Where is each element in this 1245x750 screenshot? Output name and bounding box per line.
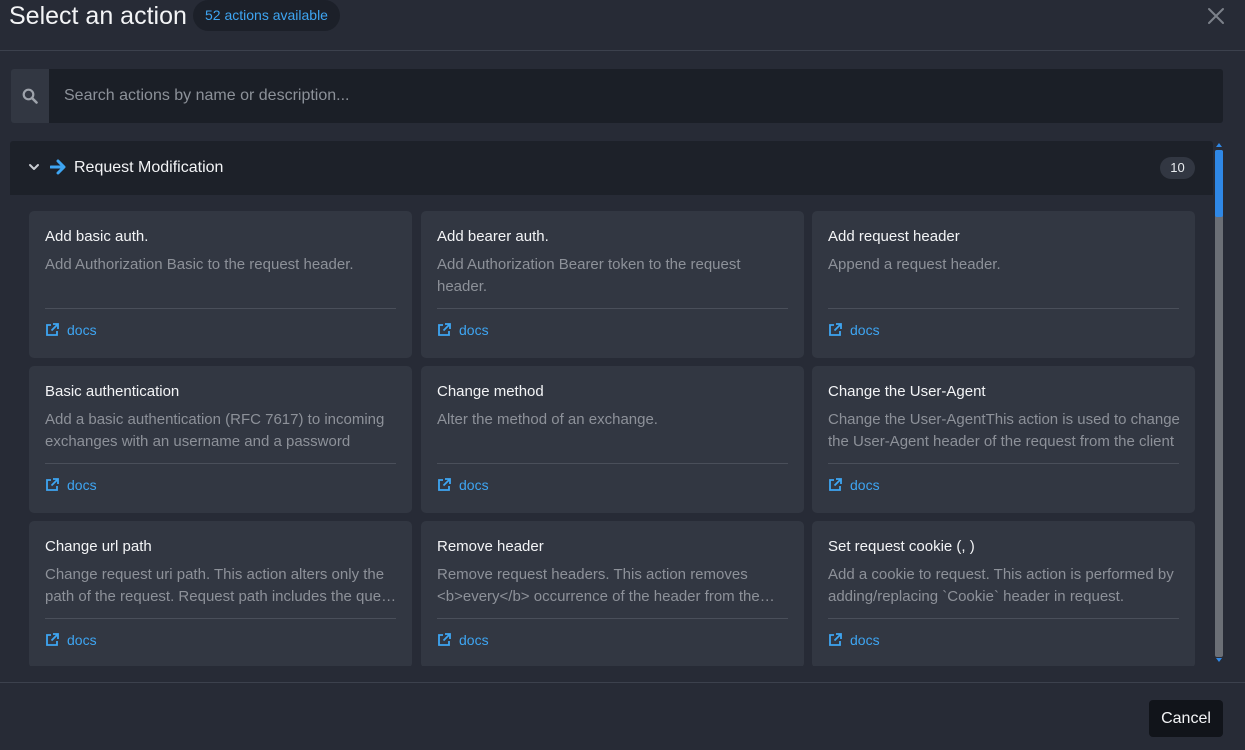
select-action-modal: Select an action 52 actions available Re… bbox=[0, 0, 1245, 750]
actions-list: Request Modification 10 Add basic auth. … bbox=[10, 141, 1213, 666]
docs-link-label: docs bbox=[850, 477, 880, 493]
docs-link[interactable]: docs bbox=[828, 632, 880, 648]
external-link-icon bbox=[829, 633, 842, 646]
card-title: Add basic auth. bbox=[45, 228, 149, 245]
group-header-request-modification[interactable]: Request Modification 10 bbox=[10, 141, 1213, 195]
card-description: Append a request header. bbox=[828, 256, 1001, 273]
action-card[interactable]: Add bearer auth. Add Authorization Beare… bbox=[421, 211, 804, 358]
close-icon bbox=[1208, 8, 1224, 24]
action-card[interactable]: Add request header Append a request head… bbox=[812, 211, 1195, 358]
arrow-right-icon bbox=[50, 159, 66, 175]
modal-header: Select an action 52 actions available bbox=[0, 0, 1245, 51]
chevron-down-icon bbox=[29, 164, 39, 170]
card-divider bbox=[45, 308, 396, 309]
docs-link[interactable]: docs bbox=[45, 632, 97, 648]
modal-footer: Cancel bbox=[0, 682, 1245, 750]
docs-link-label: docs bbox=[850, 632, 880, 648]
search-icon bbox=[22, 88, 38, 104]
scroll-down-arrow-icon[interactable] bbox=[1215, 656, 1223, 664]
card-description: Remove request headers. This action remo… bbox=[437, 566, 760, 605]
card-divider bbox=[45, 618, 396, 619]
card-description: Alter the method of an exchange. bbox=[437, 411, 658, 428]
scrollbar-rail[interactable] bbox=[1215, 150, 1223, 657]
docs-link-label: docs bbox=[459, 632, 489, 648]
docs-link[interactable]: docs bbox=[45, 477, 97, 493]
docs-link[interactable]: docs bbox=[437, 477, 489, 493]
card-title: Add request header bbox=[828, 228, 960, 245]
card-title: Change method bbox=[437, 383, 544, 400]
external-link-icon bbox=[829, 323, 842, 336]
external-link-icon bbox=[829, 478, 842, 491]
docs-link[interactable]: docs bbox=[828, 477, 880, 493]
card-divider bbox=[437, 463, 788, 464]
docs-link-label: docs bbox=[459, 477, 489, 493]
external-link-icon bbox=[438, 323, 451, 336]
card-divider bbox=[828, 463, 1179, 464]
card-title: Set request cookie (, ) bbox=[828, 538, 975, 555]
actions-count-badge: 52 actions available bbox=[193, 0, 340, 31]
action-card[interactable]: Change method Alter the method of an exc… bbox=[421, 366, 804, 513]
card-title: Change url path bbox=[45, 538, 152, 555]
external-link-icon bbox=[46, 323, 59, 336]
card-description: Add a cookie to request. This action is … bbox=[828, 566, 1174, 605]
card-description: Add Authorization Bearer token to the re… bbox=[437, 256, 741, 295]
docs-link-label: docs bbox=[67, 477, 97, 493]
docs-link-label: docs bbox=[850, 322, 880, 338]
action-card[interactable]: Basic authentication Add a basic authent… bbox=[29, 366, 412, 513]
card-title: Add bearer auth. bbox=[437, 228, 549, 245]
external-link-icon bbox=[438, 633, 451, 646]
docs-link-label: docs bbox=[459, 322, 489, 338]
scrollbar-thumb[interactable] bbox=[1215, 150, 1223, 217]
card-title: Change the User-Agent bbox=[828, 383, 986, 400]
card-description: Change request uri path. This action alt… bbox=[45, 566, 394, 605]
card-title: Remove header bbox=[437, 538, 544, 555]
card-description: Change the User-AgentThis action is used… bbox=[828, 411, 1180, 450]
external-link-icon bbox=[46, 478, 59, 491]
search-icon-box bbox=[11, 69, 49, 123]
search-bar bbox=[11, 69, 1223, 123]
external-link-icon bbox=[46, 633, 59, 646]
action-card[interactable]: Change url path Change request uri path.… bbox=[29, 521, 412, 666]
docs-link-label: docs bbox=[67, 322, 97, 338]
cancel-button[interactable]: Cancel bbox=[1149, 700, 1223, 737]
scroll-up-arrow-icon[interactable] bbox=[1215, 141, 1223, 149]
close-button[interactable] bbox=[1204, 4, 1228, 28]
docs-link[interactable]: docs bbox=[45, 322, 97, 338]
card-title: Basic authentication bbox=[45, 383, 180, 400]
action-card[interactable]: Change the User-Agent Change the User-Ag… bbox=[812, 366, 1195, 513]
scrollbar[interactable] bbox=[1215, 141, 1223, 666]
card-description: Add a basic authentication (RFC 7617) to… bbox=[45, 411, 385, 450]
card-divider bbox=[828, 618, 1179, 619]
docs-link[interactable]: docs bbox=[437, 322, 489, 338]
card-divider bbox=[437, 618, 788, 619]
card-description: Add Authorization Basic to the request h… bbox=[45, 256, 354, 273]
group-title: Request Modification bbox=[74, 159, 224, 176]
card-divider bbox=[828, 308, 1179, 309]
external-link-icon bbox=[438, 478, 451, 491]
action-card[interactable]: Add basic auth. Add Authorization Basic … bbox=[29, 211, 412, 358]
search-input[interactable] bbox=[49, 69, 1223, 123]
action-card[interactable]: Remove header Remove request headers. Th… bbox=[421, 521, 804, 666]
group-count-badge: 10 bbox=[1160, 157, 1195, 179]
modal-title: Select an action bbox=[9, 2, 187, 30]
docs-link[interactable]: docs bbox=[828, 322, 880, 338]
docs-link-label: docs bbox=[67, 632, 97, 648]
card-divider bbox=[45, 463, 396, 464]
docs-link[interactable]: docs bbox=[437, 632, 489, 648]
action-card[interactable]: Set request cookie (, ) Add a cookie to … bbox=[812, 521, 1195, 666]
card-divider bbox=[437, 308, 788, 309]
